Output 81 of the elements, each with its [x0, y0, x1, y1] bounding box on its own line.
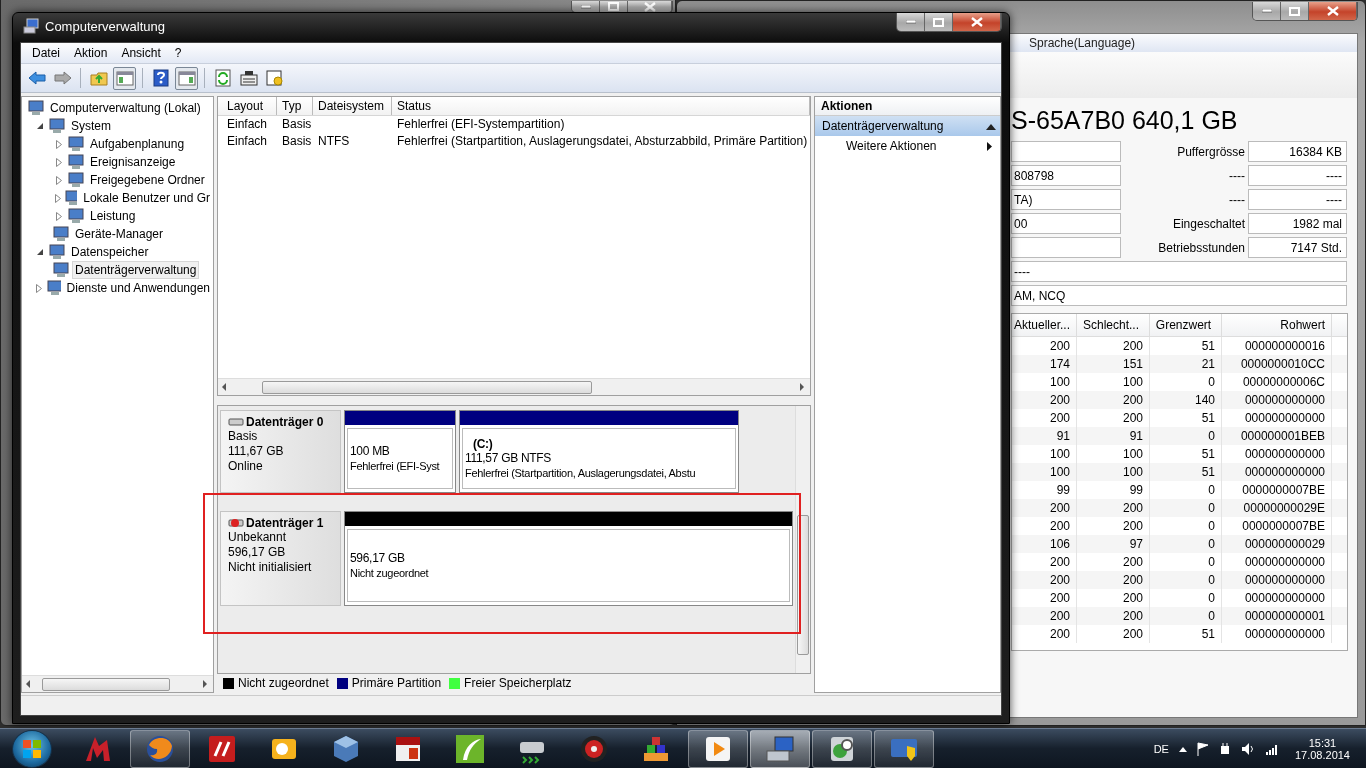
tree-item[interactable]: Dienste und Anwendungen	[63, 279, 213, 297]
column-header[interactable]: Aktueller...	[1012, 314, 1077, 336]
table-cell: 200	[1012, 625, 1077, 643]
info-field: TA)	[1011, 189, 1121, 210]
tree-item[interactable]: Datenträgerverwaltung	[72, 261, 200, 279]
column-header[interactable]: Schlecht...	[1077, 314, 1150, 336]
info-field: ----	[1248, 165, 1347, 186]
table-cell: 51	[1150, 625, 1222, 643]
info-field: AM, NCQ	[1011, 285, 1347, 306]
action-item[interactable]: Weitere Aktionen	[815, 136, 1000, 156]
info-field: 16384 KB	[1248, 141, 1347, 162]
table-cell-text: Fehlerfrei (EFI-Systempartition)	[396, 116, 566, 133]
column-header[interactable]: Grenzwert	[1150, 314, 1222, 336]
disk-type: Basis	[228, 429, 259, 444]
table-cell-text: Basis	[281, 116, 313, 133]
tree-item[interactable]: Aufgabenplanung	[87, 135, 188, 153]
table-cell-text: Einfach	[226, 133, 269, 150]
disk-size: 111,67 GB	[228, 444, 285, 459]
pane-title: Aktionen	[821, 99, 873, 113]
legend-label: Freier Speicherplatz	[464, 676, 572, 691]
table-cell-text: Einfach	[226, 116, 269, 133]
partition-status: Fehlerfrei (EFI-Syst	[350, 458, 441, 474]
column-header[interactable]: Rohwert	[1222, 314, 1332, 336]
info-field: ----	[1248, 189, 1347, 210]
drive-title: S-65A7B0 640,1 GB	[1011, 105, 1239, 136]
info-label: Betriebsstunden	[1158, 240, 1245, 255]
action-group[interactable]: Datenträgerverwaltung	[815, 116, 1000, 136]
partition-size: 596,17 GB	[350, 550, 406, 566]
menu-item[interactable]: Ansicht	[114, 46, 168, 60]
tree-item[interactable]: Leistung	[87, 207, 139, 225]
tree-item[interactable]: Datenspeicher	[68, 243, 152, 261]
language-indicator[interactable]: DE	[1153, 742, 1169, 755]
partition-status: Fehlerfrei (Startpartition, Auslagerungsdatei, Abstu	[465, 465, 697, 481]
table-cell-text: Basis	[281, 133, 313, 150]
tree-item[interactable]: Ereignisanzeige	[87, 153, 179, 171]
info-field: 808798	[1011, 165, 1121, 186]
partition-block[interactable]: (C:) 111,57 GB NTFS Fehlerfrei (Startpartition, Auslagerungsdatei, Abstu	[459, 410, 739, 493]
partition-status: Nicht zugeordnet	[350, 565, 430, 581]
clock-time[interactable]: 15:31	[1308, 736, 1337, 749]
disk-name: Datenträger 1	[246, 516, 324, 530]
info-field: ----	[1011, 261, 1347, 282]
info-field: 1982 mal	[1248, 213, 1347, 234]
clock-date[interactable]: 17.08.2014	[1294, 748, 1350, 761]
tree-item[interactable]: Freigegebene Ordner	[87, 171, 208, 189]
column-header[interactable]: Dateisystem	[313, 97, 392, 115]
tree-item[interactable]: Computerverwaltung (Lokal)	[47, 99, 204, 117]
disk-name: Datenträger 0	[246, 415, 324, 429]
column-header[interactable]: Status	[392, 97, 810, 115]
info-label: ----	[1229, 168, 1245, 183]
menu-item[interactable]: ?	[167, 46, 189, 60]
disk-size: 596,17 GB	[228, 545, 287, 560]
table-cell-text: Fehlerfrei (Startpartition, Auslagerungsdatei, Absturzabbild, Primäre Partition)	[396, 133, 809, 150]
partition-label: (C:)	[472, 436, 494, 451]
legend-label: Primäre Partition	[351, 676, 442, 691]
info-field: 00	[1011, 213, 1121, 234]
column-header[interactable]: Typ	[277, 97, 313, 115]
legend-label: Nicht zugeordnet	[238, 676, 329, 691]
partition-block[interactable]: 100 MB Fehlerfrei (EFI-Syst	[344, 410, 456, 493]
disk-state: Online	[228, 459, 264, 474]
table-cell: 200	[1077, 625, 1150, 643]
menu-item[interactable]: Sprache(Language)	[1029, 36, 1136, 50]
info-label: Eingeschaltet	[1172, 216, 1245, 231]
info-label: ----	[1229, 192, 1245, 207]
menu-item[interactable]: Aktion	[67, 46, 115, 60]
tree-item[interactable]: System	[68, 117, 114, 135]
partition-size: 100 MB	[350, 443, 391, 459]
menu-item[interactable]: Datei	[25, 46, 67, 60]
disk-label-panel[interactable]: Datenträger 0 Basis 111,67 GB Online	[220, 410, 341, 493]
partition-block[interactable]: 596,17 GB Nicht zugeordnet	[344, 511, 793, 606]
disk-label-panel[interactable]: Datenträger 1 Unbekannt 596,17 GB Nicht initialisiert	[220, 511, 341, 606]
info-label: Puffergrösse	[1177, 144, 1245, 159]
table-cell-text: NTFS	[317, 133, 351, 150]
tree-item[interactable]: Lokale Benutzer und Gr	[80, 189, 213, 207]
disk-type: Unbekannt	[228, 530, 288, 545]
disk-state: Nicht initialisiert	[228, 560, 313, 575]
column-header[interactable]: Layout	[222, 97, 277, 115]
partition-size: 111,57 GB NTFS	[465, 450, 553, 466]
table-cell: 000000000000	[1222, 625, 1332, 643]
tree-item[interactable]: Geräte-Manager	[72, 225, 167, 243]
window-title: Computerverwaltung	[45, 18, 165, 34]
info-field: 7147 Std.	[1248, 237, 1347, 258]
